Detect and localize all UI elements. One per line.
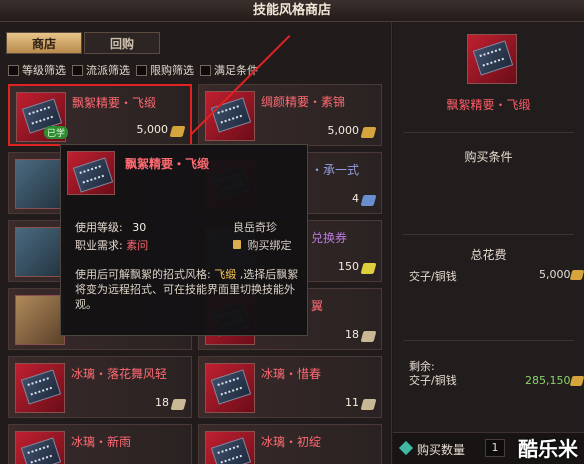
item-name: 兑换券 — [311, 231, 348, 245]
filter-label: 限购筛选 — [150, 64, 194, 77]
skill-book-icon — [15, 363, 65, 413]
job-value: 素问 — [126, 239, 149, 252]
filter-label: 等级筛选 — [22, 64, 66, 77]
item-name: 冰璃・新雨 — [71, 435, 132, 449]
item-price: 150 — [338, 260, 359, 273]
filter-school[interactable]: 流派筛选 — [72, 62, 130, 78]
skill-book-icon — [205, 91, 255, 141]
voucher-coin-icon — [360, 263, 377, 274]
filter-bar: 等级筛选 流派筛选 限购筛选 满足条件 — [8, 62, 264, 78]
scroll-coin-icon — [170, 399, 187, 410]
tooltip-quality: 良岳奇珍 — [233, 221, 277, 234]
item-card-feiduan[interactable]: 已学 飘絮精要・飞缎 5,000 — [8, 84, 192, 146]
purchase-detail-pane: 飘絮精要・飞缎 购买条件 总花费 交子/铜钱 5,000 剩余: 交子/铜钱 2… — [393, 22, 584, 464]
filter-level[interactable]: 等级筛选 — [8, 62, 66, 78]
filter-limit[interactable]: 限购筛选 — [136, 62, 194, 78]
job-label: 职业需求: — [75, 239, 123, 252]
checkbox[interactable] — [72, 64, 83, 76]
skill-book-icon — [205, 363, 255, 413]
filter-label: 流派筛选 — [86, 64, 130, 77]
skill-book-icon — [15, 431, 65, 464]
cost-value: 5,000 — [539, 268, 571, 281]
window-title: 技能风格商店 — [0, 0, 584, 22]
skill-book-icon — [467, 34, 517, 84]
item-name: 飘絮精要・飞缎 — [72, 96, 157, 110]
coin-icon — [569, 376, 584, 386]
item-name: ・承一式 — [311, 163, 360, 177]
learned-badge: 已学 — [44, 126, 69, 139]
tab-buyback[interactable]: 回购 — [84, 32, 160, 54]
tab-shop[interactable]: 商店 — [6, 32, 82, 54]
item-price: 4 — [352, 192, 359, 205]
item-card-chuzhan[interactable]: 冰璃・初绽 — [198, 424, 382, 464]
scroll-icon — [15, 295, 65, 345]
item-name: 冰璃・初绽 — [261, 435, 322, 449]
coin-icon — [569, 270, 584, 280]
tooltip-title: 飘絮精要・飞缎 — [125, 157, 210, 171]
bind-text: 购买绑定 — [247, 239, 292, 252]
item-price: 11 — [345, 396, 359, 409]
item-price: 5,000 — [136, 123, 169, 136]
coin-icon — [360, 127, 377, 138]
filter-label: 满足条件 — [214, 64, 258, 77]
item-name: 冰璃・惜春 — [261, 367, 322, 381]
divider — [403, 132, 574, 133]
scroll-coin-icon — [360, 399, 377, 410]
item-name: 冰璃・落花舞风轻 — [71, 367, 168, 381]
remaining-currency-label: 交子/铜钱 — [409, 374, 457, 387]
chest-icon — [15, 227, 65, 277]
level-value: 30 — [132, 221, 147, 234]
item-tooltip: 飘絮精要・飞缎 使用等级: 30 职业需求: 素问 良岳奇珍 购买绑定 使用后可… — [60, 144, 308, 336]
item-card-xinyu[interactable]: 冰璃・新雨 — [8, 424, 192, 464]
skill-book-icon — [205, 431, 255, 464]
coin-icon — [169, 126, 186, 137]
chest-icon — [15, 159, 65, 209]
skill-book-icon — [67, 151, 115, 195]
desc-prefix: 使用后可解飘絮的招式风格: — [75, 268, 211, 281]
item-price: 5,000 — [327, 124, 360, 137]
level-label: 使用等级: — [75, 221, 123, 234]
cost-currency-label: 交子/铜钱 — [409, 270, 457, 283]
remaining-value: 285,150 — [525, 374, 571, 387]
ticket-icon — [360, 195, 377, 206]
scroll-coin-icon — [360, 331, 377, 342]
tooltip-level: 使用等级: 30 — [75, 219, 146, 235]
divider — [403, 234, 574, 235]
watermark-text: 酷乐米 — [518, 437, 578, 461]
tooltip-job: 职业需求: 素问 — [75, 237, 148, 253]
divider — [403, 340, 574, 341]
tab-bar: 商店 回购 — [6, 32, 162, 54]
total-cost-label: 总花费 — [470, 248, 507, 262]
tooltip-description: 使用后可解飘絮的招式风格: 飞缎 ,选择后飘絮将变为远程招式、可在技能界面里切换… — [75, 267, 301, 312]
purchase-conditions-label: 购买条件 — [464, 150, 513, 164]
item-card-sujin[interactable]: 绸颜精要・素锦 5,000 — [198, 84, 382, 146]
item-price: 18 — [155, 396, 169, 409]
desc-highlight: 飞缎 — [214, 268, 237, 281]
checkbox[interactable] — [8, 64, 19, 76]
item-price: 18 — [345, 328, 359, 341]
item-name: 翼 — [311, 299, 324, 313]
diamond-icon — [398, 440, 414, 456]
checkbox[interactable] — [136, 64, 147, 76]
quantity-input[interactable]: 1 — [485, 439, 505, 457]
checkbox[interactable] — [200, 64, 211, 76]
item-card-luohua[interactable]: 冰璃・落花舞风轻 18 — [8, 356, 192, 418]
lock-icon — [233, 240, 241, 249]
quantity-label: 购买数量 — [417, 443, 466, 457]
item-name: 绸颜精要・素锦 — [261, 95, 346, 109]
tooltip-bind: 购买绑定 — [233, 237, 292, 253]
detail-item-name: 飘絮精要・飞缎 — [446, 98, 531, 112]
item-card-xichun[interactable]: 冰璃・惜春 11 — [198, 356, 382, 418]
